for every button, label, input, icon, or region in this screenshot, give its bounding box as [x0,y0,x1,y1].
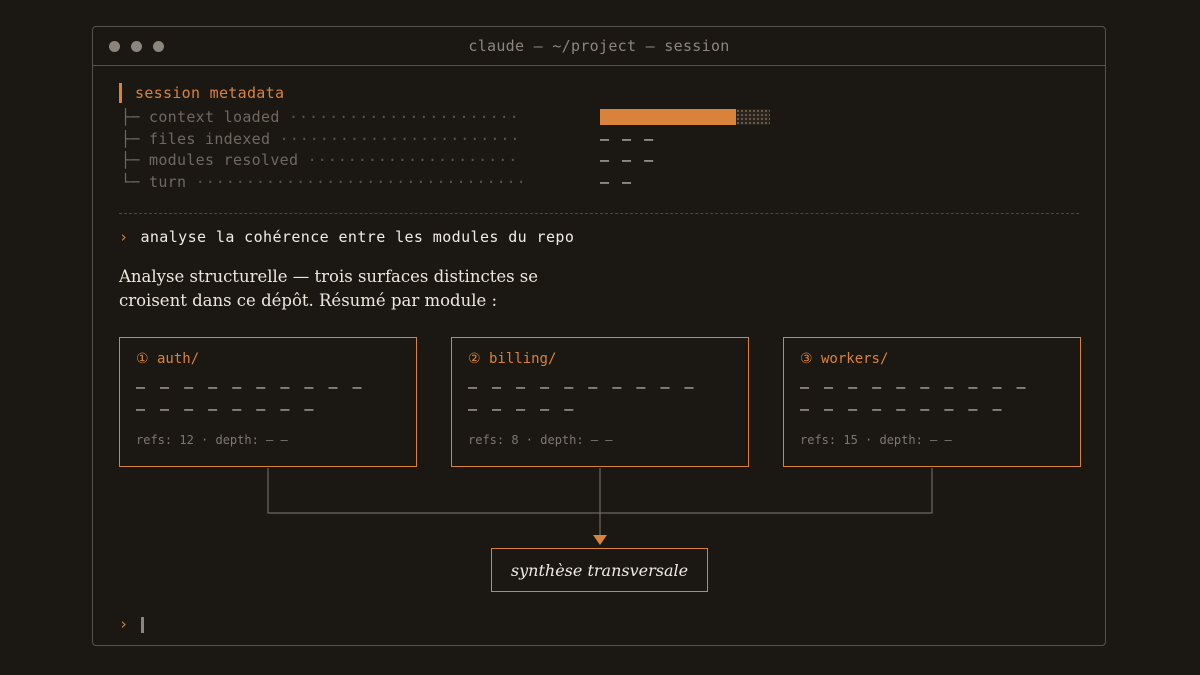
text-cursor[interactable] [141,617,144,633]
arrow-down-icon [593,535,607,545]
terminal-window: claude — ~/project — session session met… [92,26,1106,646]
input-caret-icon: › [119,615,129,633]
synthesis-box: synthèse transversale [491,548,708,592]
